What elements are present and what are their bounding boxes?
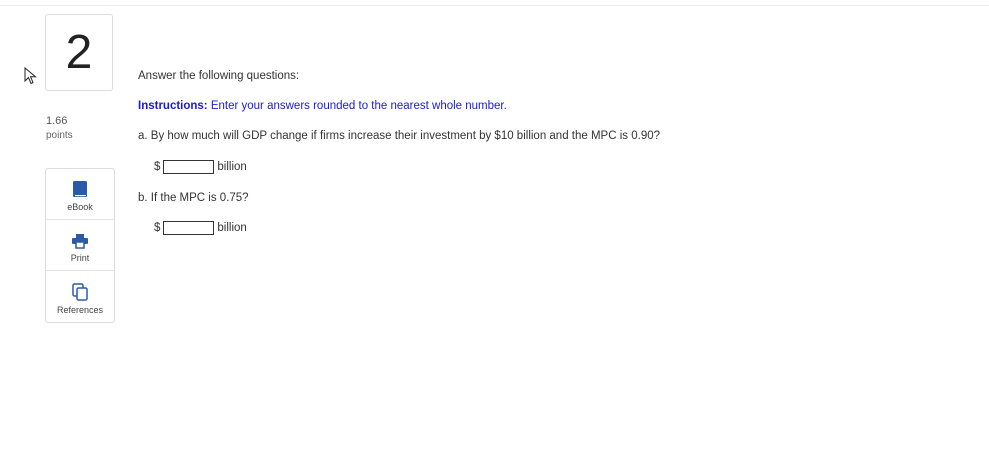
part-a-answer-row: $ billion [154, 160, 247, 174]
printer-icon [72, 234, 88, 249]
part-b-answer-row: $ billion [154, 221, 247, 235]
top-divider [0, 5, 989, 6]
mouse-cursor-icon [24, 67, 37, 85]
tools-panel: eBook Print References [45, 168, 115, 323]
ebook-button[interactable]: eBook [46, 169, 114, 220]
print-button[interactable]: Print [46, 220, 114, 271]
instructions-text: Enter your answers rounded to the neares… [207, 100, 507, 112]
part-a-answer-input[interactable] [163, 160, 215, 174]
part-a-prompt: a. By how much will GDP change if firms … [138, 130, 661, 142]
print-label: Print [70, 253, 90, 263]
part-a-unit: billion [217, 161, 247, 173]
intro-text: Answer the following questions: [138, 70, 300, 82]
question-number: 2 [65, 26, 93, 79]
question-number-box: 2 [45, 14, 113, 91]
instructions-label: Instructions: [138, 100, 208, 112]
ebook-label: eBook [67, 202, 93, 212]
references-icon [72, 283, 88, 301]
references-button[interactable]: References [46, 271, 114, 322]
book-icon [73, 181, 87, 197]
part-b-unit: billion [217, 222, 247, 234]
part-a-currency: $ [154, 161, 161, 173]
part-b-prompt: b. If the MPC is 0.75? [138, 192, 249, 204]
points-value: 1.66 [46, 115, 68, 127]
references-label: References [56, 305, 104, 315]
instructions: Instructions: Enter your answers rounded… [138, 100, 507, 112]
points-label: points [46, 130, 73, 141]
part-b-answer-input[interactable] [163, 221, 215, 235]
part-b-currency: $ [154, 222, 161, 234]
